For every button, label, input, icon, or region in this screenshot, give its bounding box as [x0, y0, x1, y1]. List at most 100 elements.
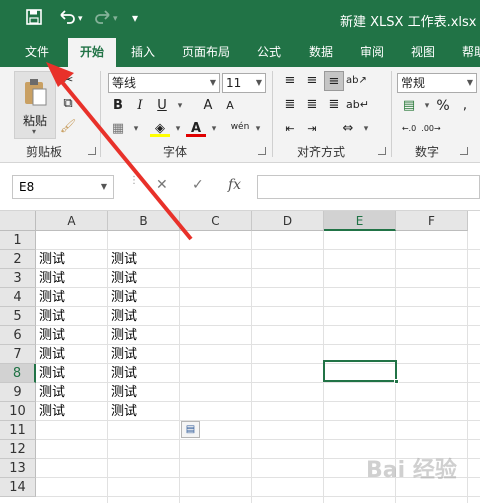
- row-header-4[interactable]: 4: [0, 288, 36, 307]
- wrap-text-icon[interactable]: ab↵: [346, 95, 369, 115]
- phonetic-dropdown-icon[interactable]: ▾: [248, 119, 268, 139]
- cell-b9[interactable]: 测试: [108, 383, 180, 402]
- tab-insert[interactable]: 插入: [124, 38, 162, 67]
- borders-icon[interactable]: ▦: [108, 119, 128, 139]
- fill-handle[interactable]: [394, 379, 399, 384]
- paste-options-icon[interactable]: ▤: [181, 421, 200, 438]
- row-header-14[interactable]: 14: [0, 478, 36, 497]
- italic-button[interactable]: I: [130, 96, 150, 116]
- cell-a9[interactable]: 测试: [36, 383, 108, 402]
- accounting-format-icon[interactable]: ▤: [399, 96, 419, 116]
- increase-decimal-icon[interactable]: ←.0: [399, 119, 419, 139]
- borders-dropdown-icon[interactable]: ▾: [126, 119, 146, 139]
- merge-center-icon[interactable]: ⇔: [338, 119, 358, 139]
- cell-a7[interactable]: 测试: [36, 345, 108, 364]
- tab-data[interactable]: 数据: [302, 38, 340, 67]
- increase-font-button[interactable]: A: [198, 96, 218, 116]
- merge-dropdown-icon[interactable]: ▾: [356, 119, 376, 139]
- percent-style-button[interactable]: %: [433, 96, 453, 116]
- cell-a2[interactable]: 测试: [36, 250, 108, 269]
- cell-b8[interactable]: 测试: [108, 364, 180, 383]
- customize-qat-button[interactable]: ▾: [132, 11, 138, 25]
- cell-b10[interactable]: 测试: [108, 402, 180, 421]
- paste-button[interactable]: 粘贴 ▾: [14, 71, 56, 139]
- decrease-decimal-icon[interactable]: .00→: [421, 119, 441, 139]
- column-header-d[interactable]: D: [252, 211, 324, 231]
- fill-color-dropdown-icon[interactable]: ▾: [168, 119, 188, 139]
- number-format-select[interactable]: 常规 ▼: [397, 73, 477, 93]
- bold-button[interactable]: B: [108, 96, 128, 116]
- formula-input[interactable]: [257, 175, 480, 199]
- format-painter-icon[interactable]: 🖌: [58, 117, 78, 137]
- align-center-icon[interactable]: ≣: [302, 95, 322, 115]
- row-header-10[interactable]: 10: [0, 402, 36, 421]
- insert-function-icon[interactable]: fx: [228, 177, 241, 193]
- cell-b5[interactable]: 测试: [108, 307, 180, 326]
- active-cell-e8[interactable]: [323, 360, 397, 382]
- tab-file[interactable]: 文件: [14, 38, 60, 67]
- cell-a3[interactable]: 测试: [36, 269, 108, 288]
- font-launcher-icon[interactable]: [258, 147, 266, 155]
- align-right-icon[interactable]: ≣: [324, 95, 344, 115]
- decrease-font-button[interactable]: A: [220, 96, 240, 116]
- underline-button[interactable]: U: [152, 96, 172, 116]
- cell-b2[interactable]: 测试: [108, 250, 180, 269]
- cancel-icon[interactable]: ✕: [156, 177, 168, 193]
- align-bottom-icon[interactable]: ≡: [324, 71, 344, 91]
- row-header-5[interactable]: 5: [0, 307, 36, 326]
- tab-page-layout[interactable]: 页面布局: [176, 38, 236, 67]
- tab-review[interactable]: 审阅: [353, 38, 391, 67]
- number-launcher-icon[interactable]: [460, 147, 468, 155]
- column-header-c[interactable]: C: [180, 211, 252, 231]
- font-color-icon[interactable]: A: [186, 119, 206, 137]
- confirm-icon[interactable]: ✓: [192, 177, 204, 193]
- row-header-13[interactable]: 13: [0, 459, 36, 478]
- undo-icon[interactable]: [58, 9, 76, 29]
- cell-b4[interactable]: 测试: [108, 288, 180, 307]
- row-header-3[interactable]: 3: [0, 269, 36, 288]
- copy-icon[interactable]: ⧉: [58, 94, 78, 114]
- font-color-dropdown-icon[interactable]: ▾: [204, 119, 224, 139]
- row-header-12[interactable]: 12: [0, 440, 36, 459]
- row-header-9[interactable]: 9: [0, 383, 36, 402]
- column-header-e[interactable]: E: [324, 211, 396, 231]
- column-header-f[interactable]: F: [396, 211, 468, 231]
- comma-style-icon[interactable]: ,: [455, 96, 475, 116]
- decrease-indent-icon[interactable]: ⇤: [280, 119, 300, 139]
- row-header-8[interactable]: 8: [0, 364, 36, 383]
- row-header-7[interactable]: 7: [0, 345, 36, 364]
- cell-b3[interactable]: 测试: [108, 269, 180, 288]
- fill-color-icon[interactable]: ◈: [150, 119, 170, 137]
- tab-home[interactable]: 开始: [68, 38, 116, 67]
- name-box[interactable]: E8 ▼: [12, 175, 114, 199]
- font-size-select[interactable]: 11 ▼: [222, 73, 266, 93]
- cell-a6[interactable]: 测试: [36, 326, 108, 345]
- row-header-2[interactable]: 2: [0, 250, 36, 269]
- cell-b7[interactable]: 测试: [108, 345, 180, 364]
- column-header-b[interactable]: B: [108, 211, 180, 231]
- increase-indent-icon[interactable]: ⇥: [302, 119, 322, 139]
- clipboard-launcher-icon[interactable]: [88, 147, 96, 155]
- tab-help[interactable]: 帮助: [455, 38, 480, 67]
- orientation-icon[interactable]: ab↗: [346, 71, 367, 91]
- cell-b6[interactable]: 测试: [108, 326, 180, 345]
- font-name-select[interactable]: 等线 ▼: [108, 73, 220, 93]
- underline-dropdown-icon[interactable]: ▾: [170, 96, 190, 116]
- row-header-11[interactable]: 11: [0, 421, 36, 440]
- row-header-1[interactable]: 1: [0, 231, 36, 250]
- cell-a8[interactable]: 测试: [36, 364, 108, 383]
- row-header-6[interactable]: 6: [0, 326, 36, 345]
- align-middle-icon[interactable]: ≡: [302, 71, 322, 91]
- undo-dropdown-icon[interactable]: ▾: [78, 14, 83, 24]
- tab-view[interactable]: 视图: [404, 38, 442, 67]
- align-top-icon[interactable]: ≡: [280, 71, 300, 91]
- cell-a4[interactable]: 测试: [36, 288, 108, 307]
- cell-a5[interactable]: 测试: [36, 307, 108, 326]
- cell-a10[interactable]: 测试: [36, 402, 108, 421]
- select-all-corner[interactable]: [0, 211, 36, 231]
- tab-formulas[interactable]: 公式: [250, 38, 288, 67]
- cut-icon[interactable]: ✂: [58, 71, 78, 91]
- column-header-a[interactable]: A: [36, 211, 108, 231]
- align-left-icon[interactable]: ≣: [280, 95, 300, 115]
- alignment-launcher-icon[interactable]: [378, 147, 386, 155]
